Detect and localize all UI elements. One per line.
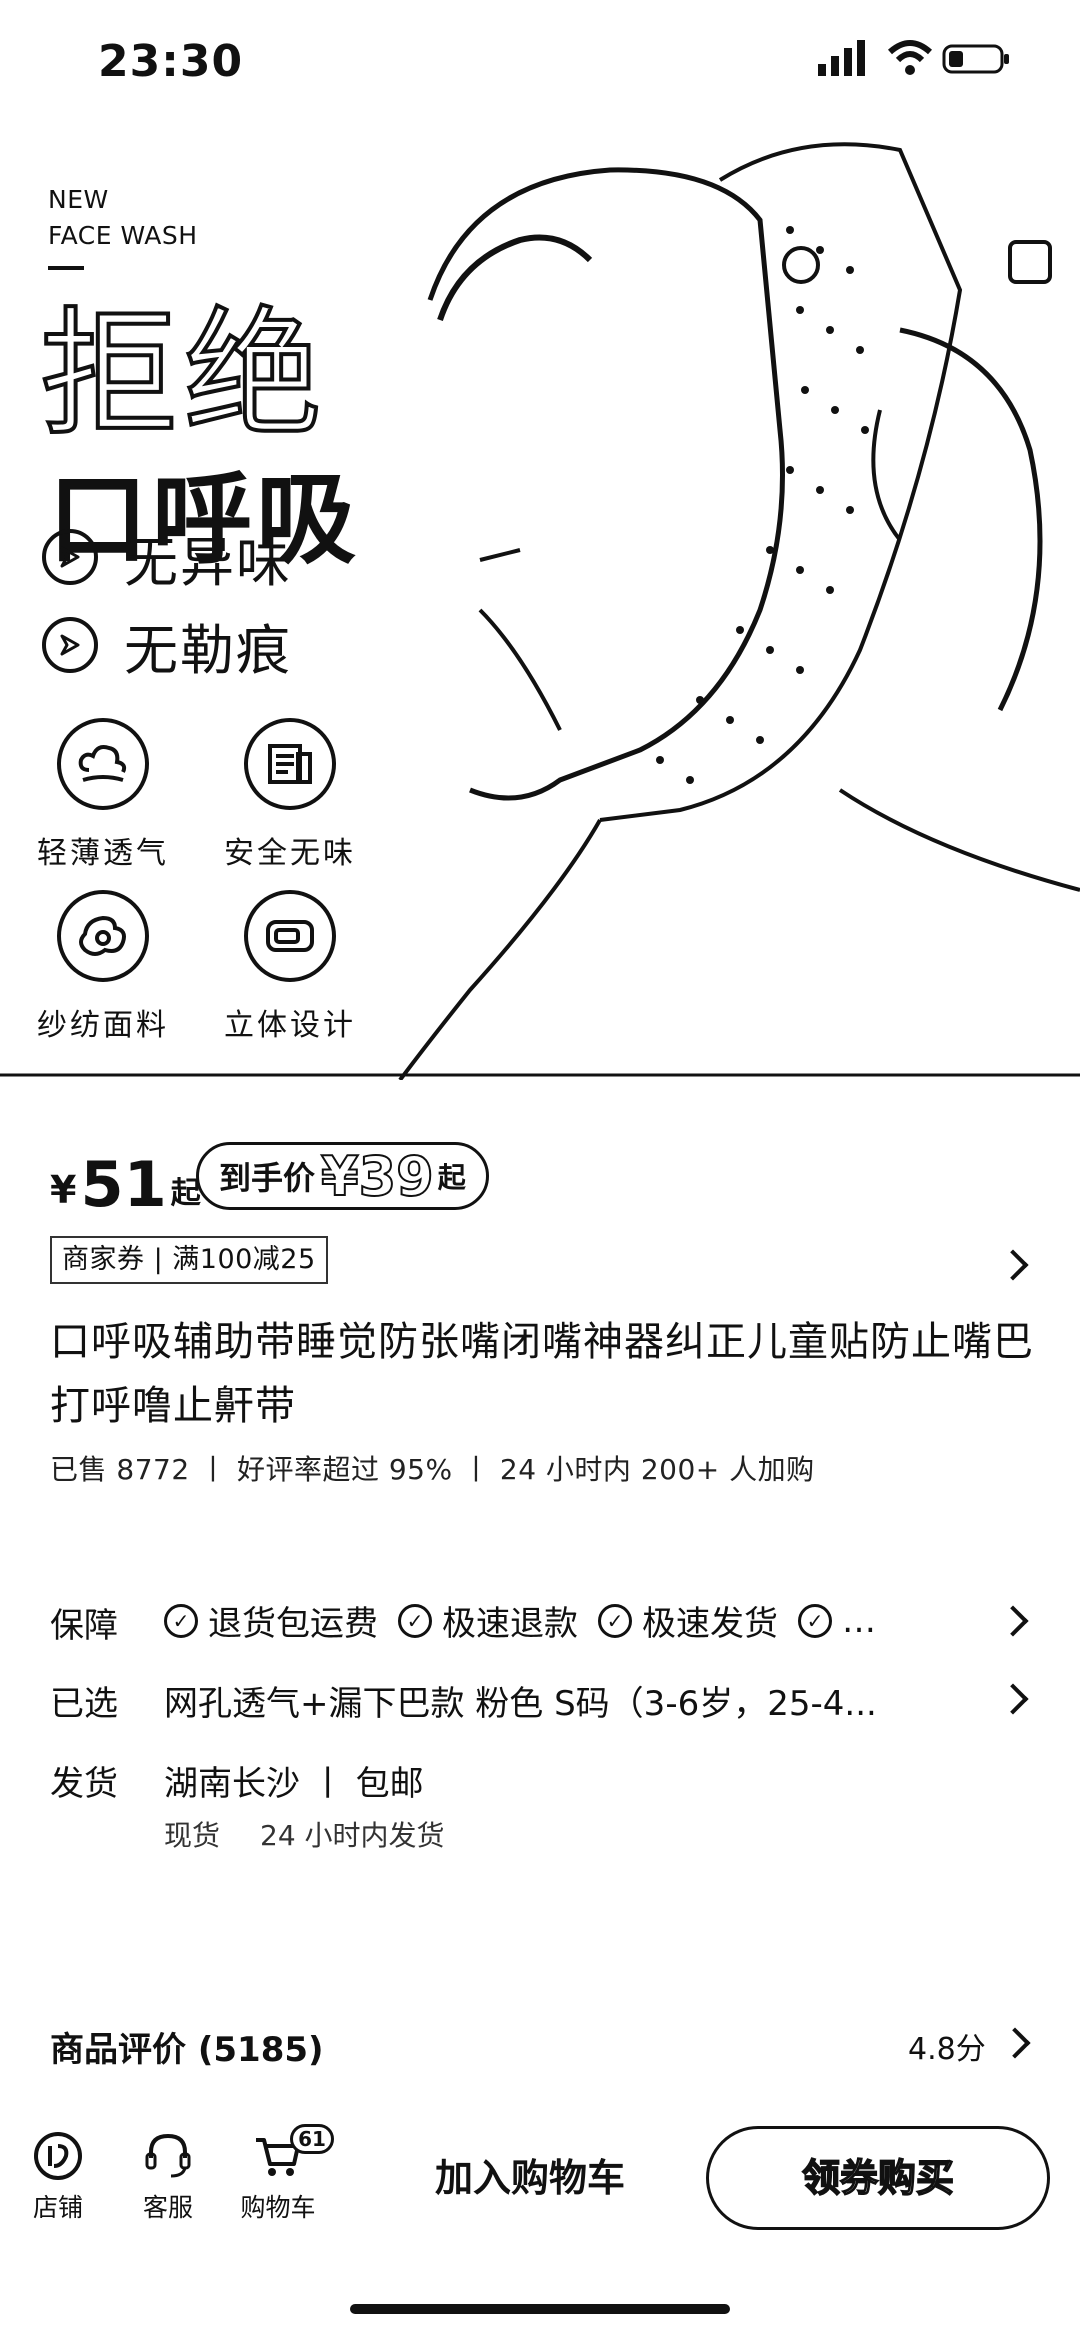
bottom-action-bar: 店铺 客服 61 购物车 加入购物车 领券购买 (0, 2110, 1080, 2270)
cloud-wind-icon (57, 718, 149, 810)
brand-dash (48, 266, 84, 270)
selected-variant[interactable]: 网孔透气+漏下巴款 粉色 S码（3-6岁，25-4... (164, 1676, 877, 1725)
check-circle-icon: ✓ (398, 1603, 432, 1638)
review-score: 4.8分 (908, 2032, 986, 2067)
icon-tile-safe: 安全无味 (190, 718, 390, 872)
check-circle-icon: ✓ (164, 1603, 198, 1638)
tab-cart[interactable]: 61 购物车 (228, 2124, 334, 2224)
home-indicator[interactable] (350, 2304, 730, 2314)
check-circle-icon: ✓ (798, 1603, 832, 1638)
chevron-right-icon[interactable] (997, 1249, 1029, 1281)
play-arrow-icon (42, 529, 98, 585)
guarantee-item: ✓ 退货包运费 (164, 1596, 378, 1645)
reviews-header[interactable]: 商品评价 (5185) (50, 2022, 324, 2071)
brand-text: NEW FACE WASH (48, 185, 198, 250)
signal-icon (818, 40, 865, 76)
product-title: 口呼吸辅助带睡觉防张嘴闭嘴神器纠正儿童贴防止嘴巴打呼噜止鼾带 (50, 1319, 1034, 1429)
guarantee-list[interactable]: ✓ 退货包运费 ✓ 极速退款 ✓ 极速发货 ✓… (164, 1596, 896, 1645)
tab-service[interactable]: 客服 (118, 2130, 218, 2224)
chevron-right-icon[interactable] (997, 1605, 1029, 1637)
shipping-origin: 湖南长沙 丨 包邮 (164, 1764, 424, 1804)
wifi-icon (887, 40, 933, 75)
guarantee-item: ✓ 极速退款 (398, 1596, 578, 1645)
icon-tile-fabric: 纱纺面料 (3, 890, 203, 1044)
sales-stats: 已售 8772 丨 好评率超过 95% 丨 24 小时内 200+ 人加购 (50, 1453, 815, 1486)
share-icon[interactable] (1008, 240, 1052, 284)
product-hero-image[interactable]: NEW FACE WASH 拒绝 口呼吸 无异味 无勒痕 轻薄透气 安全无味 纱… (0, 90, 1080, 1080)
cart-badge: 61 (290, 2124, 334, 2154)
coupon-tag[interactable]: 商家券 | 满100减25 (50, 1236, 328, 1284)
final-price-badge: 到手价 ¥39 起 (196, 1142, 489, 1210)
hero-title-1: 拒绝 (38, 294, 329, 455)
chevron-right-icon[interactable] (997, 1683, 1029, 1715)
shipping-label: 发货 (50, 1764, 118, 1804)
search-icon[interactable] (782, 246, 820, 284)
buy-with-coupon-button[interactable]: 领券购买 (706, 2126, 1050, 2230)
add-to-cart-button[interactable]: 加入购物车 (400, 2128, 660, 2228)
guarantee-item: ✓ 极速发货 (598, 1596, 778, 1645)
play-arrow-icon (42, 617, 98, 673)
icon-tile-breathable: 轻薄透气 (3, 718, 203, 872)
shipping-detail: 现货 24 小时内发货 (164, 1819, 445, 1852)
guarantee-label: 保障 (50, 1606, 118, 1646)
price: ¥ 51 起 (50, 1148, 201, 1221)
chevron-right-icon[interactable] (999, 2027, 1031, 2059)
headset-icon (140, 2130, 196, 2182)
3d-box-icon (244, 890, 336, 982)
shop-icon (30, 2130, 86, 2182)
selected-label: 已选 (50, 1684, 118, 1724)
check-circle-icon: ✓ (598, 1603, 632, 1638)
battery-icon (942, 44, 1009, 74)
guarantee-item: ✓… (798, 1601, 876, 1641)
fabric-icon (57, 890, 149, 982)
feature-2: 无勒痕 (42, 610, 292, 682)
document-icon (244, 718, 336, 810)
feature-1: 无异味 (42, 522, 292, 594)
tab-shop[interactable]: 店铺 (8, 2130, 108, 2224)
status-time: 23:30 (98, 36, 244, 87)
icon-tile-3d: 立体设计 (190, 890, 390, 1044)
